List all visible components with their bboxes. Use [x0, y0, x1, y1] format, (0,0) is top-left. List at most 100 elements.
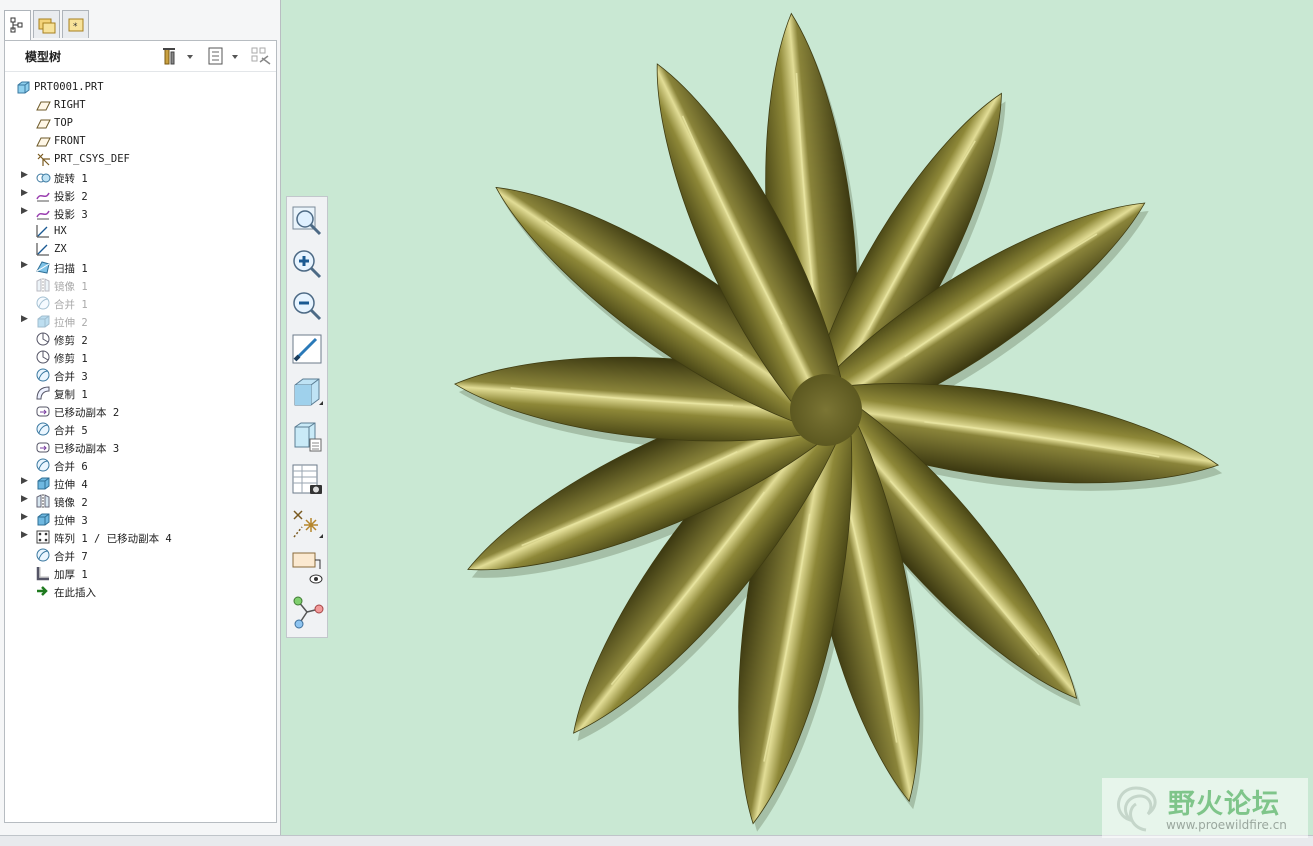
spin-center-icon: [293, 596, 324, 629]
forum-watermark: 野火论坛 www.proewildfire.cn: [1102, 778, 1308, 838]
tree-node-label: 镜像 1: [54, 281, 88, 293]
tree-node[interactable]: 修剪 2: [21, 331, 271, 349]
expand-arrow-icon[interactable]: ▶: [21, 314, 33, 324]
spin-center-button[interactable]: [290, 593, 324, 631]
zoom-refit-icon: [292, 206, 322, 236]
tree-node[interactable]: ▶ 旋转 1: [21, 169, 271, 187]
tree-node[interactable]: 复制 1: [21, 385, 271, 403]
show-dropdown-button[interactable]: [206, 46, 242, 66]
tree-node[interactable]: ▶ 投影 2: [21, 187, 271, 205]
tree-node[interactable]: 合并 1: [21, 295, 271, 313]
model-tree-header: 模型树: [5, 41, 276, 72]
merge-icon: [35, 547, 51, 563]
tree-node-label: 拉伸 4: [54, 479, 88, 491]
tab-folder-browser[interactable]: [33, 10, 60, 38]
tree-node[interactable]: ZX: [21, 241, 271, 259]
tree-node[interactable]: 镜像 1: [21, 277, 271, 295]
tree-node-label: 已移动副本 2: [54, 407, 120, 419]
datum-display-button[interactable]: [290, 505, 324, 543]
favorites-icon: *: [68, 18, 84, 32]
tree-node-label: 在此插入: [54, 587, 96, 599]
tree-node-label: 合并 1: [54, 299, 88, 311]
tree-node[interactable]: PRT_CSYS_DEF: [21, 151, 271, 169]
tree-node-label: HX: [54, 225, 67, 237]
tree-node[interactable]: ▶ 拉伸 4: [21, 475, 271, 493]
saved-views-icon: [294, 422, 322, 452]
part-icon: [15, 79, 31, 95]
tree-node[interactable]: ▶ 镜像 2: [21, 493, 271, 511]
graphics-viewport[interactable]: [281, 0, 1313, 835]
refit-button[interactable]: [290, 203, 324, 241]
zoom-out-button[interactable]: [290, 287, 324, 325]
tree-node-label: 加厚 1: [54, 569, 88, 581]
expand-arrow-icon[interactable]: ▶: [21, 494, 33, 504]
view-manager-icon: [292, 464, 322, 494]
expand-arrow-icon[interactable]: ▶: [21, 188, 33, 198]
mirror-icon: [35, 493, 51, 509]
tree-node-label: 修剪 1: [54, 353, 88, 365]
tree-node[interactable]: 已移动副本 3: [21, 439, 271, 457]
mirror-icon: [35, 277, 51, 293]
repaint-button[interactable]: [290, 329, 324, 367]
tab-favorites[interactable]: *: [62, 10, 89, 38]
settings-dropdown-button[interactable]: [162, 46, 196, 66]
watermark-text: 野火论坛: [1168, 789, 1280, 820]
project-curve-icon: [35, 187, 51, 203]
tree-node[interactable]: 加厚 1: [21, 565, 271, 583]
expand-arrow-icon[interactable]: ▶: [21, 206, 33, 216]
flower-center: [790, 374, 862, 446]
tab-model-tree[interactable]: [4, 10, 31, 41]
tree-node[interactable]: 合并 5: [21, 421, 271, 439]
tree-node[interactable]: ▶ 扫描 1: [21, 259, 271, 277]
moved-copy-icon: [35, 403, 51, 419]
tree-node[interactable]: 修剪 1: [21, 349, 271, 367]
model-tree-panel: 模型树 PRT0001.PRT RIGHT TOP FRONT PRT_CSYS…: [4, 40, 277, 823]
display-style-button[interactable]: [290, 373, 324, 411]
tree-node[interactable]: FRONT: [21, 133, 271, 151]
shaded-cube-icon: [294, 378, 323, 406]
tree-node[interactable]: 合并 3: [21, 367, 271, 385]
extrude-icon: [35, 511, 51, 527]
tree-node-label: 复制 1: [54, 389, 88, 401]
tree-node-label: 拉伸 3: [54, 515, 88, 527]
model-tree-icon: [10, 17, 23, 33]
tree-node-label: PRT_CSYS_DEF: [54, 153, 130, 165]
tree-node[interactable]: 在此插入: [21, 583, 271, 601]
zoom-in-button[interactable]: [290, 245, 324, 283]
tree-node[interactable]: 合并 6: [21, 457, 271, 475]
tree-node[interactable]: ▶ 阵列 1 / 已移动副本 4: [21, 529, 271, 547]
tree-node[interactable]: HX: [21, 223, 271, 241]
tree-node[interactable]: RIGHT: [21, 97, 271, 115]
tree-node[interactable]: ▶ 拉伸 3: [21, 511, 271, 529]
view-toolbar: [286, 196, 328, 638]
tree-node[interactable]: 合并 7: [21, 547, 271, 565]
tree-node[interactable]: ▶ 拉伸 2: [21, 313, 271, 331]
expand-arrow-icon[interactable]: ▶: [21, 512, 33, 522]
expand-arrow-icon[interactable]: ▶: [21, 260, 33, 270]
datum-plane-icon: [35, 133, 51, 149]
tree-node[interactable]: PRT0001.PRT: [15, 79, 265, 97]
view-manager-button[interactable]: [290, 461, 324, 499]
tree-node-label: 旋转 1: [54, 173, 88, 185]
expand-arrow-icon[interactable]: ▶: [21, 170, 33, 180]
left-panel: * 模型树 PRT0001.PRT RIGHT TOP FRONT PRT_CS…: [0, 0, 281, 835]
annotation-display-button[interactable]: [290, 549, 324, 587]
tree-node-label: 投影 3: [54, 209, 88, 221]
sketch-icon: [35, 241, 51, 257]
thicken-icon: [35, 565, 51, 581]
trim-icon: [35, 331, 51, 347]
zoom-in-icon: [293, 250, 322, 279]
expand-arrow-icon[interactable]: ▶: [21, 476, 33, 486]
tree-filter-button[interactable]: [250, 46, 274, 66]
model-tree-title: 模型树: [25, 50, 62, 64]
tools-icon: [163, 48, 193, 65]
sweep-icon: [35, 259, 51, 275]
tree-node[interactable]: TOP: [21, 115, 271, 133]
tree-node-label: 合并 5: [54, 425, 88, 437]
tree-node[interactable]: ▶ 投影 3: [21, 205, 271, 223]
extrude-icon: [35, 313, 51, 329]
expand-arrow-icon[interactable]: ▶: [21, 530, 33, 540]
tree-node[interactable]: 已移动副本 2: [21, 403, 271, 421]
saved-orientations-button[interactable]: [290, 417, 324, 455]
watermark-url: www.proewildfire.cn: [1166, 818, 1287, 832]
